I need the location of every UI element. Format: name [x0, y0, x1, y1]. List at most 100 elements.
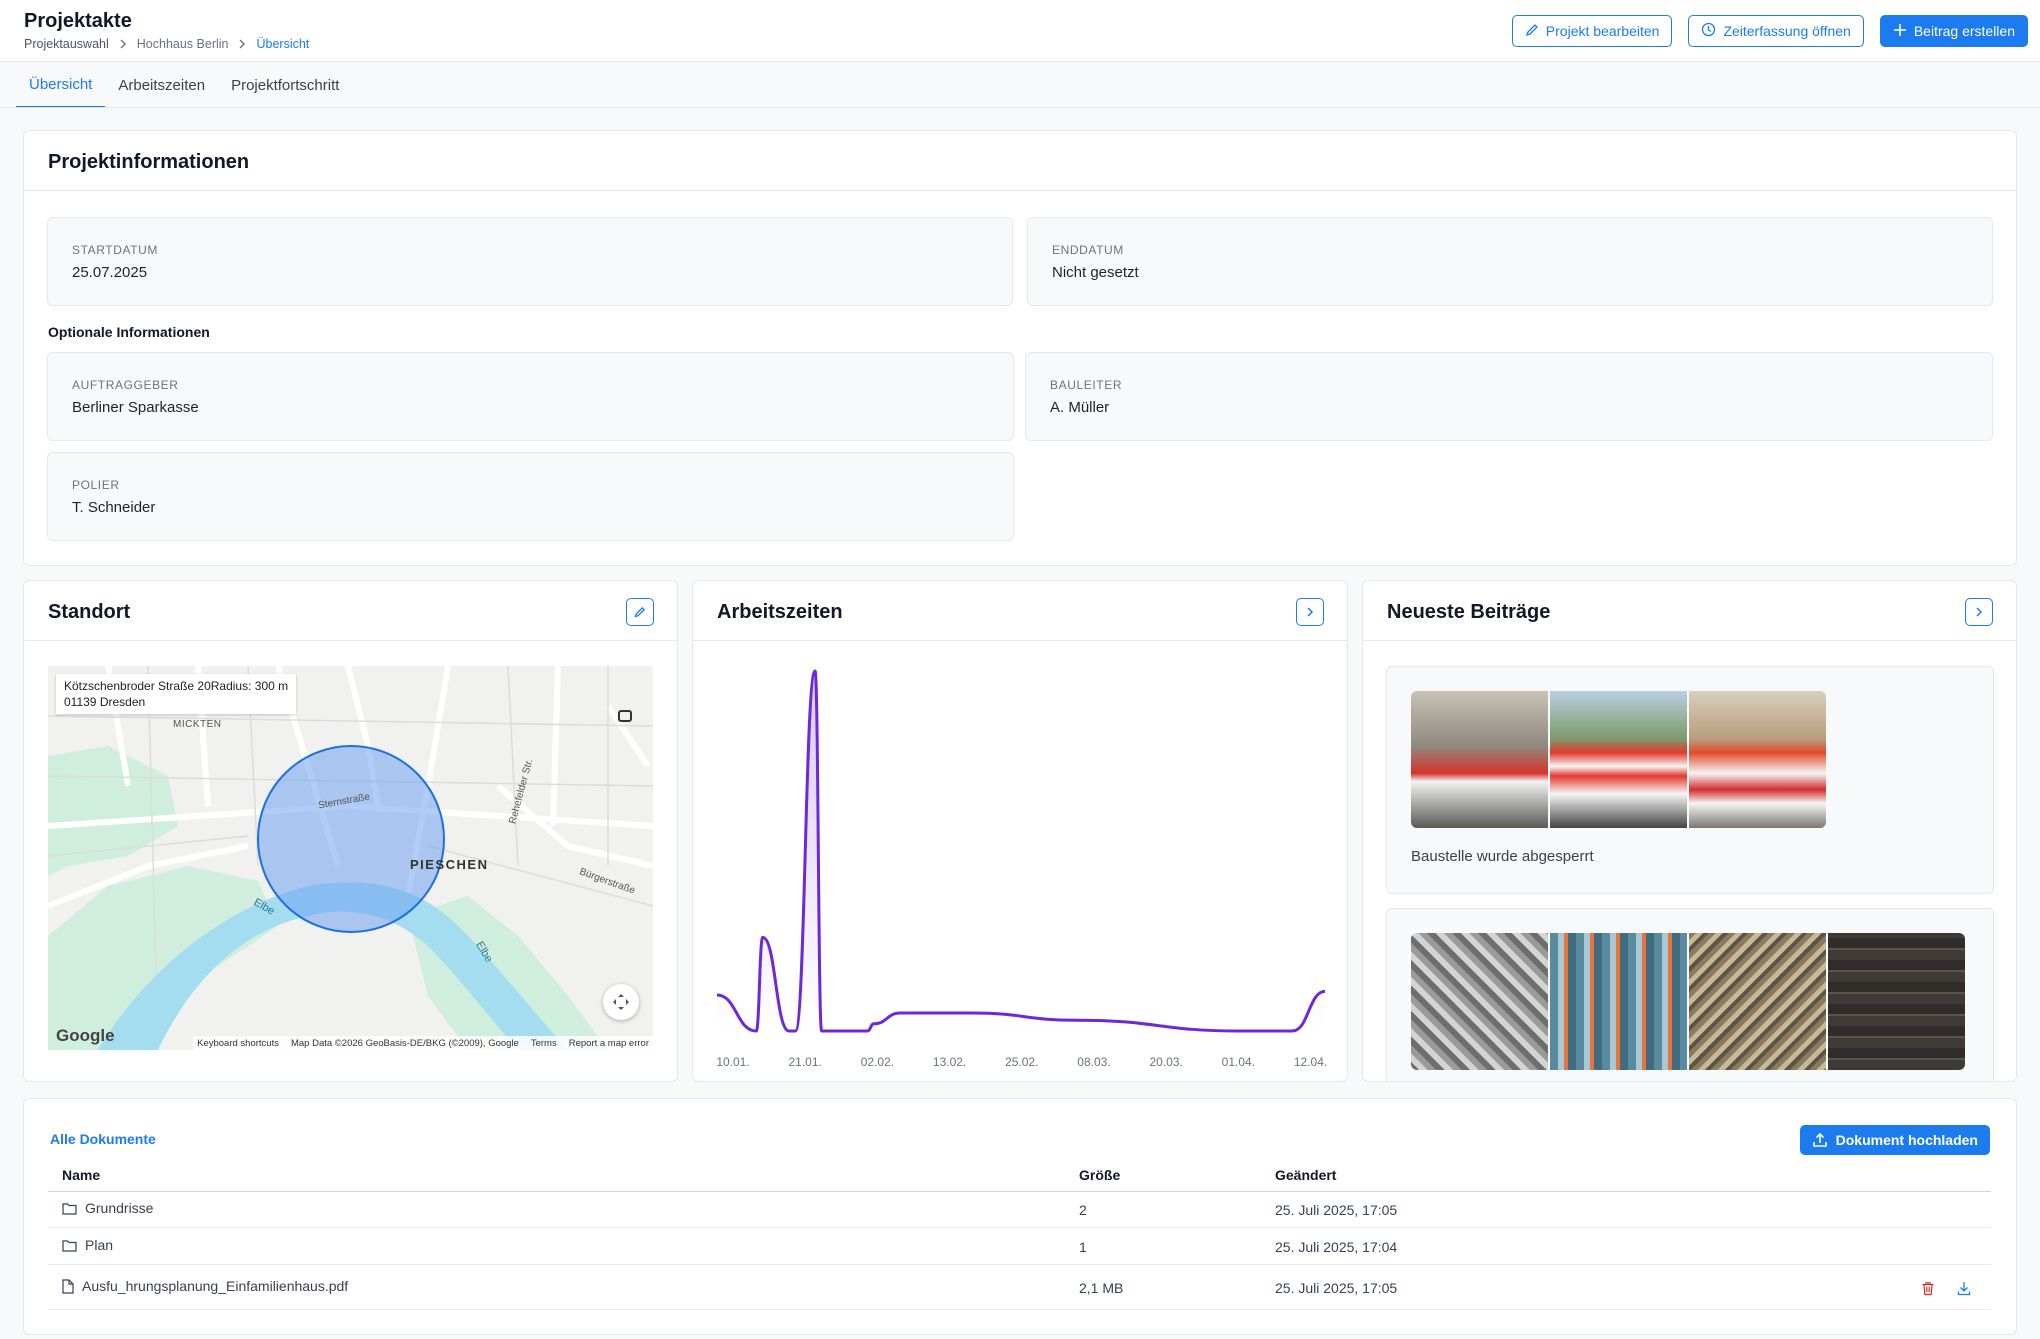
- column-changed[interactable]: Geändert: [1275, 1167, 1336, 1183]
- name-cell: Grundrisse: [62, 1200, 153, 1216]
- chevron-right-icon: [1976, 607, 1983, 617]
- map-address-line2: 01139 Dresden: [64, 695, 146, 709]
- documents-table-header: Name Größe Geändert: [48, 1162, 1991, 1192]
- foreman-box: POLIER T. Schneider: [47, 452, 1014, 541]
- post-image-gallery: [1411, 691, 1826, 828]
- post-image[interactable]: [1689, 691, 1826, 828]
- client-label: AUFTRAGGEBER: [72, 378, 179, 392]
- upload-document-label: Dokument hochladen: [1835, 1132, 1978, 1148]
- x-tick-label: 20.03.: [1149, 1055, 1182, 1069]
- location-card: Standort Kötzschenbroder Straße 20Radius…: [23, 580, 678, 1082]
- size-cell: 2,1 MB: [1079, 1280, 1124, 1296]
- breadcrumb-item-projektauswahl[interactable]: Projektauswahl: [24, 37, 109, 51]
- open-posts-button[interactable]: [1965, 598, 1993, 626]
- changed-cell: 25. Juli 2025, 17:05: [1275, 1202, 1398, 1218]
- download-button[interactable]: [1954, 1278, 1974, 1298]
- start-date-value: 25.07.2025: [72, 264, 148, 281]
- post-image[interactable]: [1411, 691, 1548, 828]
- recent-posts-header: Neueste Beiträge: [1363, 581, 2016, 641]
- map-label-pieschen: PIESCHEN: [410, 857, 489, 872]
- chevron-right-icon: [117, 38, 129, 50]
- map-terms-link[interactable]: Terms: [531, 1038, 557, 1049]
- x-tick-label: 12.04.: [1294, 1055, 1327, 1069]
- x-tick-label: 25.02.: [1005, 1055, 1038, 1069]
- edit-project-button[interactable]: Projekt bearbeiten: [1511, 15, 1673, 47]
- page-title: Projektakte: [24, 10, 132, 32]
- open-time-tracking-label: Zeiterfassung öffnen: [1723, 23, 1851, 39]
- top-bar: Projektakte Projektauswahl Hochhaus Berl…: [0, 0, 2040, 62]
- changed-cell: 25. Juli 2025, 17:05: [1275, 1280, 1398, 1296]
- file-icon: [62, 1278, 74, 1294]
- project-info-card: Projektinformationen STARTDATUM 25.07.20…: [23, 130, 2017, 566]
- post-item[interactable]: Baustelle wurde abgesperrt: [1386, 666, 1994, 894]
- recent-posts-card: Neueste Beiträge Baustelle wurde abgespe…: [1362, 580, 2017, 1082]
- map-label-mickten: MICKTEN: [173, 719, 222, 730]
- document-name[interactable]: Plan: [85, 1237, 113, 1253]
- delete-button[interactable]: [1918, 1278, 1938, 1298]
- post-item[interactable]: [1386, 908, 1994, 1081]
- upload-icon: [1812, 1132, 1827, 1147]
- upload-document-button[interactable]: Dokument hochladen: [1799, 1125, 1990, 1155]
- pencil-icon: [1525, 23, 1539, 40]
- size-cell: 1: [1079, 1239, 1087, 1255]
- start-date-label: STARTDATUM: [72, 243, 158, 257]
- foreman-label: POLIER: [72, 478, 120, 492]
- folder-icon: [62, 1239, 77, 1252]
- x-tick-label: 10.01.: [716, 1055, 749, 1069]
- edit-location-button[interactable]: [626, 598, 654, 626]
- site-manager-value: A. Müller: [1050, 399, 1110, 416]
- post-image[interactable]: [1828, 933, 1965, 1070]
- foreman-value: T. Schneider: [72, 499, 156, 516]
- project-info-title: Projektinformationen: [48, 151, 250, 173]
- open-time-tracking-button[interactable]: Zeiterfassung öffnen: [1688, 15, 1864, 47]
- column-name[interactable]: Name: [62, 1167, 100, 1183]
- map-address-line1: Kötzschenbroder Straße 20Radius: 300 m: [64, 679, 289, 693]
- pencil-icon: [634, 606, 646, 618]
- tab-worktime[interactable]: Arbeitszeiten: [105, 62, 218, 108]
- post-image[interactable]: [1411, 933, 1548, 1070]
- all-documents-link[interactable]: Alle Dokumente: [50, 1131, 156, 1147]
- header-actions: Projekt bearbeiten Zeiterfassung öffnen …: [1511, 15, 2028, 47]
- breadcrumb-item-hochhaus[interactable]: Hochhaus Berlin: [137, 37, 229, 51]
- column-size[interactable]: Größe: [1079, 1167, 1120, 1183]
- open-worktime-button[interactable]: [1296, 598, 1324, 626]
- map-keyboard-shortcuts[interactable]: Keyboard shortcuts: [197, 1038, 279, 1049]
- post-image[interactable]: [1550, 933, 1687, 1070]
- create-post-button[interactable]: Beitrag erstellen: [1879, 15, 2028, 47]
- table-row[interactable]: Plan 1 25. Juli 2025, 17:04: [48, 1229, 1991, 1265]
- transit-icon: [618, 710, 632, 722]
- document-name[interactable]: Grundrisse: [85, 1200, 153, 1216]
- map-report-error-link[interactable]: Report a map error: [569, 1038, 649, 1049]
- folder-icon: [62, 1202, 77, 1215]
- start-date-box: STARTDATUM 25.07.2025: [47, 217, 1013, 306]
- map-info-window: Kötzschenbroder Straße 20Radius: 300 m 0…: [56, 674, 297, 714]
- map-data-attribution: Map Data ©2026 GeoBasis-DE/BKG (©2009), …: [290, 1037, 519, 1049]
- google-logo: Google: [56, 1026, 115, 1045]
- tab-overview[interactable]: Übersicht: [16, 62, 106, 108]
- table-row[interactable]: Ausfu_hrungsplanung_Einfamilienhaus.pdf …: [48, 1266, 1991, 1310]
- end-date-value: Nicht gesetzt: [1052, 264, 1139, 281]
- location-map[interactable]: Kötzschenbroder Straße 20Radius: 300 m 0…: [48, 666, 653, 1050]
- location-title: Standort: [48, 601, 131, 623]
- post-image[interactable]: [1689, 933, 1826, 1070]
- name-cell: Ausfu_hrungsplanung_Einfamilienhaus.pdf: [62, 1278, 348, 1294]
- end-date-box: ENDDATUM Nicht gesetzt: [1027, 217, 1993, 306]
- worktime-card: Arbeitszeiten 10.01. 21.01. 02.02. 13.02. 25…: [692, 580, 1348, 1082]
- expand-icon: [613, 994, 629, 1010]
- chevron-right-icon: [236, 38, 248, 50]
- post-text: Baustelle wurde abgesperrt: [1411, 848, 1594, 865]
- optional-info-title: Optionale Informationen: [48, 324, 210, 340]
- end-date-label: ENDDATUM: [1052, 243, 1124, 257]
- map-fullscreen-button[interactable]: [603, 984, 639, 1020]
- document-name[interactable]: Ausfu_hrungsplanung_Einfamilienhaus.pdf: [82, 1278, 348, 1294]
- post-image[interactable]: [1550, 691, 1687, 828]
- x-tick-label: 01.04.: [1222, 1055, 1255, 1069]
- x-tick-label: 02.02.: [861, 1055, 894, 1069]
- name-cell: Plan: [62, 1237, 113, 1253]
- project-info-header: Projektinformationen: [24, 131, 2016, 191]
- table-row[interactable]: Grundrisse 2 25. Juli 2025, 17:05: [48, 1192, 1991, 1228]
- worktime-chart: 10.01. 21.01. 02.02. 13.02. 25.02. 08.03. 20.0…: [716, 669, 1327, 1069]
- site-manager-label: BAULEITER: [1050, 378, 1123, 392]
- tab-divider: [0, 107, 2040, 108]
- tab-progress[interactable]: Projektfortschritt: [218, 62, 352, 108]
